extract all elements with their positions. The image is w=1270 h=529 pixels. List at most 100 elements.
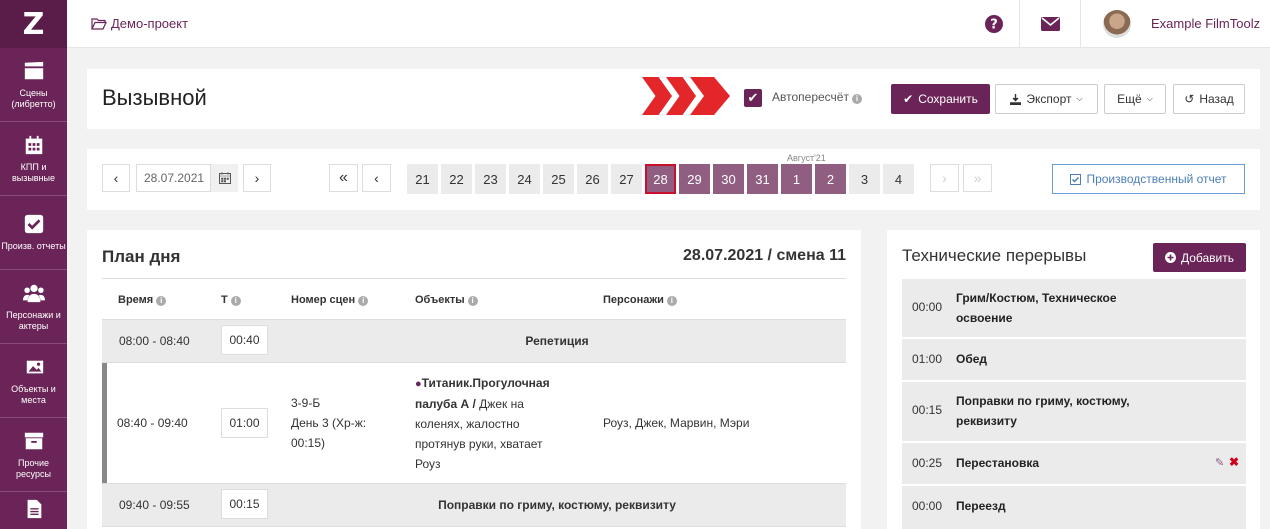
break-time: 00:00 <box>912 499 943 513</box>
duration-input[interactable]: 00:40 <box>221 325 268 355</box>
add-break-button[interactable]: Добавить <box>1153 243 1246 272</box>
sidebar-item-label: Произв. отчеты <box>1 241 66 251</box>
sidebar-item-label: Сцены (либретто) <box>11 87 56 109</box>
duration-input[interactable]: 00:15 <box>221 489 268 519</box>
column-header-time: Время i <box>118 294 167 306</box>
production-report-button[interactable]: Производственный отчет <box>1052 164 1245 194</box>
sidebar-item-reports[interactable]: Произв. отчеты <box>0 196 67 270</box>
next-day-button[interactable]: › <box>243 164 271 192</box>
delete-icon[interactable]: ✖ <box>1229 455 1239 469</box>
sidebar-item-resources[interactable]: Прочие ресурсы <box>0 418 67 492</box>
break-time: 00:00 <box>912 300 943 314</box>
question-icon: ? <box>985 15 1003 33</box>
back-button[interactable]: ↺ Назад <box>1173 84 1245 114</box>
day-22[interactable]: 22 <box>441 164 472 194</box>
day-23[interactable]: 23 <box>475 164 506 194</box>
break-label: Обед <box>956 352 988 366</box>
day-2[interactable]: 2 <box>815 164 846 194</box>
column-header-label: Время <box>118 294 154 306</box>
checkmark-icon: ✔ <box>903 92 914 106</box>
undo-icon: ↺ <box>1184 92 1195 106</box>
scene-number[interactable]: 3-9-Б <box>291 393 320 413</box>
break-time: 00:15 <box>912 403 943 417</box>
back-label: Назад <box>1199 92 1234 106</box>
table-row[interactable]: 08:00 - 08:40 00:40 Репетиция <box>102 319 846 362</box>
list-item[interactable]: 00:00 Переезд <box>902 486 1246 529</box>
save-label: Сохранить <box>918 92 978 106</box>
sidebar-item-label: Персонажи и актеры <box>6 309 61 331</box>
day-31[interactable]: 31 <box>747 164 778 194</box>
next-page-button[interactable]: › <box>930 164 959 192</box>
list-item[interactable]: 01:00 Обед <box>902 339 1246 380</box>
first-page-button[interactable]: « <box>329 164 358 192</box>
chevron-down-icon: ⌵ <box>1076 94 1083 103</box>
messages-button[interactable] <box>1020 0 1080 48</box>
autorecalc-label-text: Автопересчёт <box>772 90 849 104</box>
row-title: Репетиция <box>525 334 589 348</box>
sidebar-item-label: Объекты и места <box>11 383 56 405</box>
prev-page-button[interactable]: ‹ <box>362 164 391 192</box>
table-row[interactable]: 08:40 - 09:40 01:00 3-9-Б День 3 (Хр-ж: … <box>102 362 846 483</box>
more-button[interactable]: Ещё ⌵ <box>1104 84 1166 114</box>
column-header-label: Объекты <box>415 294 465 306</box>
user-name[interactable]: Example FilmToolz <box>1151 16 1260 31</box>
day-1[interactable]: 1 <box>781 164 812 194</box>
app-logo[interactable]: Z <box>0 0 67 48</box>
export-label: Экспорт <box>1026 92 1072 106</box>
row-time: 08:00 - 08:40 <box>119 334 190 348</box>
list-item[interactable]: 00:00 Грим/Костюм, Техническое освоение <box>902 279 1246 337</box>
day-3[interactable]: 3 <box>849 164 880 194</box>
info-icon[interactable]: i <box>666 296 677 306</box>
info-icon[interactable]: i <box>156 296 167 306</box>
day-24[interactable]: 24 <box>509 164 540 194</box>
day-27[interactable]: 27 <box>611 164 642 194</box>
info-icon[interactable]: i <box>230 296 241 306</box>
break-time: 00:25 <box>912 456 943 470</box>
save-button[interactable]: ✔ Сохранить <box>891 84 990 114</box>
list-item[interactable]: 00:25 Перестановка ✎ ✖ <box>902 443 1246 484</box>
divider <box>102 278 846 279</box>
sidebar-item-scenes[interactable]: Сцены (либретто) <box>0 48 67 122</box>
month-label: Август'21 <box>787 153 826 163</box>
divider <box>1080 0 1081 48</box>
sidebar-item-documents[interactable] <box>0 492 67 529</box>
day-26[interactable]: 26 <box>577 164 608 194</box>
day-30[interactable]: 30 <box>713 164 744 194</box>
image-icon <box>24 358 43 373</box>
help-button[interactable]: ? <box>967 0 1021 48</box>
column-header-label: Персонажи <box>603 294 664 306</box>
table-row[interactable]: 09:40 - 09:55 00:15 Поправки по гриму, к… <box>102 483 846 526</box>
location-description: ●Титаник.Прогулочная палуба А / Джек на … <box>415 373 565 474</box>
day-29[interactable]: 29 <box>679 164 710 194</box>
duration-input[interactable]: 01:00 <box>221 408 268 438</box>
export-button[interactable]: Экспорт ⌵ <box>995 84 1098 114</box>
sidebar-item-locations[interactable]: Объекты и места <box>0 344 67 418</box>
avatar[interactable] <box>1103 10 1131 38</box>
scene-day: День 3 (Хр-ж: 00:15) <box>291 416 367 450</box>
last-page-button[interactable]: » <box>963 164 992 192</box>
sidebar-item-characters[interactable]: Персонажи и актеры <box>0 270 67 344</box>
info-icon[interactable]: i <box>467 296 478 306</box>
day-4[interactable]: 4 <box>883 164 914 194</box>
row-time: 09:40 - 09:55 <box>119 498 190 512</box>
info-icon[interactable]: i <box>851 94 862 104</box>
breadcrumb[interactable]: Демо-проект <box>91 16 188 31</box>
sidebar-item-label: КПП и вызывные <box>11 161 56 183</box>
document-icon <box>27 499 41 519</box>
day-28[interactable]: 28 <box>645 164 676 194</box>
archive-icon <box>24 432 43 449</box>
day-21[interactable]: 21 <box>407 164 438 194</box>
prev-day-button[interactable]: ‹ <box>102 164 130 192</box>
breaks-title: Технические перерывы <box>902 246 1087 265</box>
day-25[interactable]: 25 <box>543 164 574 194</box>
checkbox-icon <box>1070 173 1082 185</box>
sidebar-item-call-sheets[interactable]: КПП и вызывные <box>0 122 67 196</box>
calendar-icon <box>25 135 42 154</box>
info-icon[interactable]: i <box>358 296 369 306</box>
calendar-button[interactable] <box>210 164 238 192</box>
edit-icon[interactable]: ✎ <box>1215 456 1224 469</box>
list-item[interactable]: 00:15 Поправки по гриму, костюму, реквиз… <box>902 382 1246 441</box>
autorecalc-checkbox[interactable]: ✔ <box>744 89 762 107</box>
checkmark-icon: ✔ <box>747 90 759 105</box>
users-icon <box>22 284 45 302</box>
